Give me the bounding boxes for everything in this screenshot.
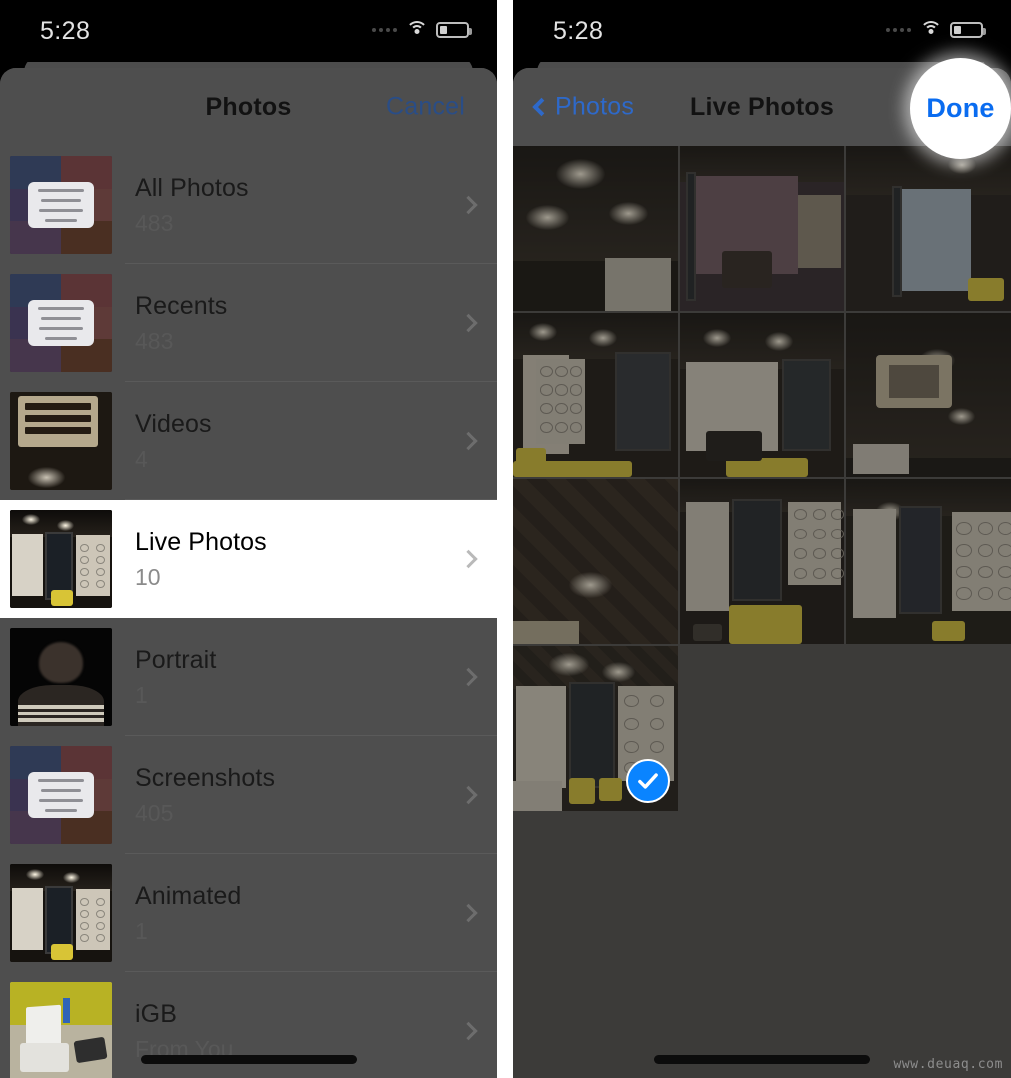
page-title: Photos: [205, 92, 292, 121]
photo-cell[interactable]: [679, 312, 845, 478]
photo-cell-selected[interactable]: [513, 646, 678, 811]
album-row-animated[interactable]: Animated 1: [0, 854, 497, 972]
right-phone-screen: 5:28 Photos Live Photos Done: [513, 0, 1011, 1078]
album-count: 1: [135, 917, 148, 944]
done-button[interactable]: Done: [910, 58, 1011, 159]
battery-low-icon: [950, 21, 986, 38]
photo-grid-container[interactable]: [513, 146, 1011, 1078]
album-thumbnail: [10, 274, 112, 372]
album-count: 405: [135, 799, 174, 826]
album-list[interactable]: All Photos 483 Recents 483 Videos 4 Live…: [0, 146, 497, 1078]
chevron-left-icon: [532, 97, 551, 117]
status-time: 5:28: [553, 17, 604, 45]
album-row-live-photos[interactable]: Live Photos 10: [0, 500, 497, 618]
album-name: iGB: [135, 999, 177, 1028]
album-thumbnail: [10, 392, 112, 490]
album-row-portrait[interactable]: Portrait 1: [0, 618, 497, 736]
photo-cell[interactable]: [679, 479, 845, 645]
photo-cell[interactable]: [513, 312, 678, 478]
album-thumbnail: [10, 864, 112, 962]
photo-cell[interactable]: [679, 146, 845, 311]
album-thumbnail: [10, 982, 112, 1078]
album-name: Live Photos: [135, 527, 267, 556]
cancel-button[interactable]: Cancel: [386, 93, 465, 122]
album-row-screenshots[interactable]: Screenshots 405: [0, 736, 497, 854]
album-thumbnail: [10, 510, 112, 608]
album-name: Animated: [135, 881, 242, 910]
live-photos-sheet: Photos Live Photos Done: [513, 68, 1011, 1078]
photo-grid[interactable]: [513, 146, 1011, 811]
album-name: All Photos: [135, 173, 249, 202]
chevron-right-icon: [459, 785, 478, 805]
left-phone-screen: 5:28 Photos Cancel All Photos 483 Recent…: [0, 0, 497, 1078]
album-row-all-photos[interactable]: All Photos 483: [0, 146, 497, 264]
album-count: 4: [135, 445, 148, 472]
chevron-right-icon: [459, 195, 478, 215]
cellular-dots-icon: [886, 27, 911, 32]
album-count: 10: [135, 563, 161, 590]
album-thumbnail: [10, 156, 112, 254]
photo-cell[interactable]: [846, 479, 1011, 645]
chevron-right-icon: [459, 431, 478, 451]
status-time: 5:28: [40, 17, 91, 45]
checkmark-circle-icon[interactable]: [625, 758, 670, 803]
home-indicator: [140, 1055, 357, 1064]
watermark: www.deuaq.com: [893, 1057, 1003, 1072]
back-button-label: Photos: [555, 92, 635, 121]
wifi-icon: [919, 21, 942, 38]
chevron-right-icon: [459, 549, 478, 569]
status-indicators: [886, 21, 986, 38]
cellular-dots-icon: [372, 27, 397, 32]
page-title: Live Photos: [690, 92, 834, 121]
battery-low-icon: [436, 21, 472, 38]
photo-cell[interactable]: [513, 146, 678, 311]
album-row-recents[interactable]: Recents 483: [0, 264, 497, 382]
status-bar-right: 5:28: [513, 0, 1011, 62]
chevron-right-icon: [459, 903, 478, 923]
wifi-icon: [405, 21, 428, 38]
photo-cell[interactable]: [513, 479, 678, 645]
chevron-right-icon: [459, 313, 478, 333]
chevron-right-icon: [459, 1021, 478, 1041]
album-count: 483: [135, 209, 174, 236]
album-name: Portrait: [135, 645, 217, 674]
status-indicators: [372, 21, 472, 38]
status-bar-left: 5:28: [0, 0, 497, 62]
album-thumbnail: [10, 746, 112, 844]
chevron-right-icon: [459, 667, 478, 687]
album-name: Screenshots: [135, 763, 276, 792]
album-count: 1: [135, 681, 148, 708]
home-indicator: [654, 1055, 870, 1064]
album-name: Recents: [135, 291, 228, 320]
album-name: Videos: [135, 409, 212, 438]
photo-cell[interactable]: [846, 146, 1011, 311]
sheet-navbar-left: Photos Cancel: [0, 68, 497, 146]
album-row-videos[interactable]: Videos 4: [0, 382, 497, 500]
back-button[interactable]: Photos: [532, 92, 635, 122]
album-count: 483: [135, 327, 174, 354]
photo-cell[interactable]: [846, 312, 1011, 478]
screenshot-root: 5:28 Photos Cancel All Photos 483 Recent…: [0, 0, 1011, 1078]
album-thumbnail: [10, 628, 112, 726]
photo-picker-sheet: Photos Cancel All Photos 483 Recents 483…: [0, 68, 497, 1078]
